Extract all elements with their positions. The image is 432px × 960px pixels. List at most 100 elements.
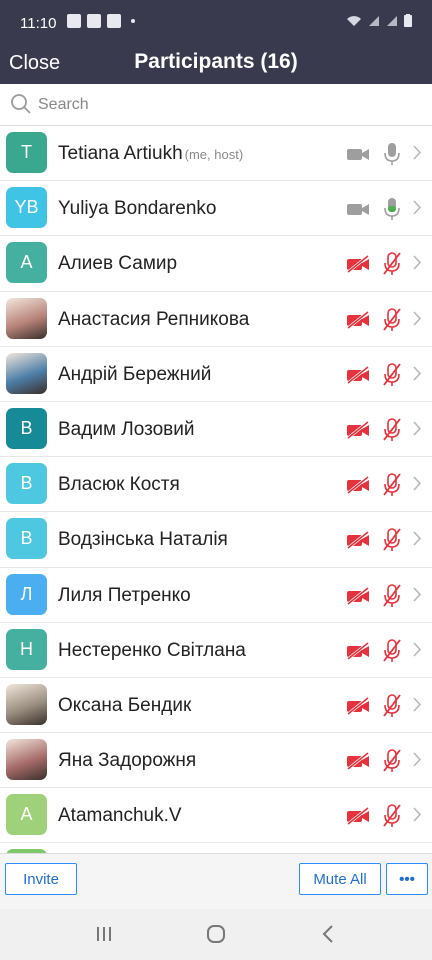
chevron-right-icon [413, 200, 422, 220]
participant-name: Андрій Бережний [58, 364, 211, 386]
chevron-right-icon [413, 255, 422, 275]
mic-muted-icon [382, 418, 402, 447]
participant-name-text: Нестеренко Світлана [58, 639, 246, 661]
avatar: В [6, 407, 47, 449]
participant-name: Yuliya Bondarenko [58, 198, 216, 220]
participant-row[interactable]: В Водзінська Наталія [0, 512, 432, 568]
participant-name-text: Оксана Бендик [58, 694, 192, 716]
mic-muted-icon [382, 307, 402, 337]
participant-name-text: Власюк Костя [58, 474, 180, 496]
recent-apps-icon[interactable] [96, 925, 112, 943]
participant-name: Яна Задорожня [58, 750, 196, 772]
wifi-icon [347, 16, 361, 26]
signal-2-icon [387, 16, 397, 26]
video-off-icon [346, 475, 370, 499]
mic-muted-icon [382, 583, 402, 613]
participant-name-text: Вадим Лозовий [58, 418, 195, 440]
participant-row[interactable]: YB Yuliya Bondarenko [0, 181, 432, 237]
video-off-icon [346, 255, 370, 278]
status-time: 11:10 [20, 15, 57, 32]
message-icon [107, 14, 121, 28]
participant-row[interactable]: Н Нестеренко Світлана [0, 623, 432, 678]
participant-name: Atamanchuk.V [58, 805, 182, 827]
video-off-icon [346, 420, 370, 444]
avatar: Н [6, 628, 47, 670]
participant-name: Алиев Самир [58, 253, 177, 275]
participants-list[interactable]: T Tetiana Artiukh (me, host) YB Yuliya Bonda… [0, 126, 432, 853]
participant-status-icons [346, 749, 402, 778]
participant-status-icons [346, 638, 402, 668]
participant-status-icons [346, 197, 402, 226]
participant-role-tag: (me, host) [184, 147, 244, 162]
home-icon[interactable] [207, 925, 225, 943]
participant-name-text: Яна Задорожня [58, 750, 197, 772]
chevron-right-icon [413, 421, 422, 441]
participant-status-icons [346, 473, 402, 502]
participant-name-text: Лиля Петренко [58, 584, 191, 606]
battery-icon [404, 14, 412, 27]
video-off-icon [346, 807, 370, 830]
gallery-icon [67, 14, 81, 28]
chevron-right-icon [413, 642, 422, 662]
chevron-right-icon [413, 366, 422, 386]
participant-row[interactable]: T Tetiana Artiukh (me, host) [0, 126, 432, 182]
avatar: Л [6, 573, 47, 615]
chevron-right-icon [413, 697, 422, 717]
mic-muted-icon [382, 528, 402, 557]
avatar-photo [6, 683, 47, 725]
notification-icons [67, 14, 135, 28]
video-off-icon [346, 586, 370, 610]
chevron-right-icon [413, 311, 422, 331]
participant-name: Власюк Костя [58, 474, 180, 496]
participant-row[interactable]: Анастасия Репникова [0, 292, 432, 347]
search-bar[interactable]: Search [0, 84, 432, 126]
mic-muted-icon [382, 749, 402, 778]
video-off-icon [346, 751, 370, 775]
participant-row[interactable]: В Власюк Костя [0, 457, 432, 513]
participant-status-icons [346, 583, 402, 613]
participant-row[interactable]: A Алиев Самир [0, 236, 432, 292]
mic-muted-icon [382, 694, 402, 723]
more-notifications-icon [131, 19, 135, 23]
participant-name-text: Андрій Бережний [58, 363, 212, 385]
invite-button[interactable]: Invite [5, 863, 77, 895]
participant-status-icons [346, 528, 402, 557]
participant-name-text: Анастасия Репникова [58, 308, 250, 330]
participant-row[interactable]: Андрій Бережний [0, 347, 432, 402]
back-icon[interactable] [322, 925, 334, 943]
mic-muted-icon [382, 804, 402, 833]
participant-row[interactable]: A Atamanchuk.V [0, 788, 432, 844]
mute-all-button[interactable]: Mute All [299, 863, 381, 895]
participant-row[interactable]: В Вадим Лозовий [0, 402, 432, 458]
participant-name: Нестеренко Світлана [58, 640, 246, 662]
search-icon [11, 94, 31, 114]
participant-row[interactable]: Яна Задорожня [0, 733, 432, 789]
participant-name-text: Atamanchuk.V [58, 805, 182, 827]
more-options-button[interactable]: ••• [386, 863, 428, 895]
participant-row[interactable]: Оксана Бендик [0, 678, 432, 734]
participant-status-icons [346, 252, 402, 281]
search-input[interactable]: Search [38, 96, 89, 114]
participant-row[interactable]: Л Лиля Петренко [0, 568, 432, 623]
participants-header: Close Participants (16) [0, 40, 432, 84]
youtube-icon [87, 14, 101, 28]
mic-icon [382, 142, 402, 171]
participant-name: Анастасия Репникова [58, 309, 249, 331]
bottom-toolbar: Invite Mute All ••• [0, 853, 432, 909]
avatar-photo [6, 297, 47, 339]
avatar: T [6, 132, 47, 173]
mic-muted-icon [382, 638, 402, 668]
participant-name-text: Yuliya Bondarenko [58, 198, 217, 220]
avatar: В [6, 518, 47, 560]
system-icons [346, 14, 412, 27]
video-icon [346, 200, 370, 223]
participant-status-icons [346, 418, 402, 447]
avatar-photo [6, 739, 47, 781]
participant-status-icons [346, 804, 402, 833]
participant-status-icons [346, 362, 402, 392]
chevron-right-icon [413, 807, 422, 827]
participant-row[interactable] [0, 843, 432, 853]
participant-status-icons [346, 142, 402, 171]
participant-name-text: Водзінська Наталія [58, 529, 228, 551]
mic-icon [382, 197, 402, 226]
